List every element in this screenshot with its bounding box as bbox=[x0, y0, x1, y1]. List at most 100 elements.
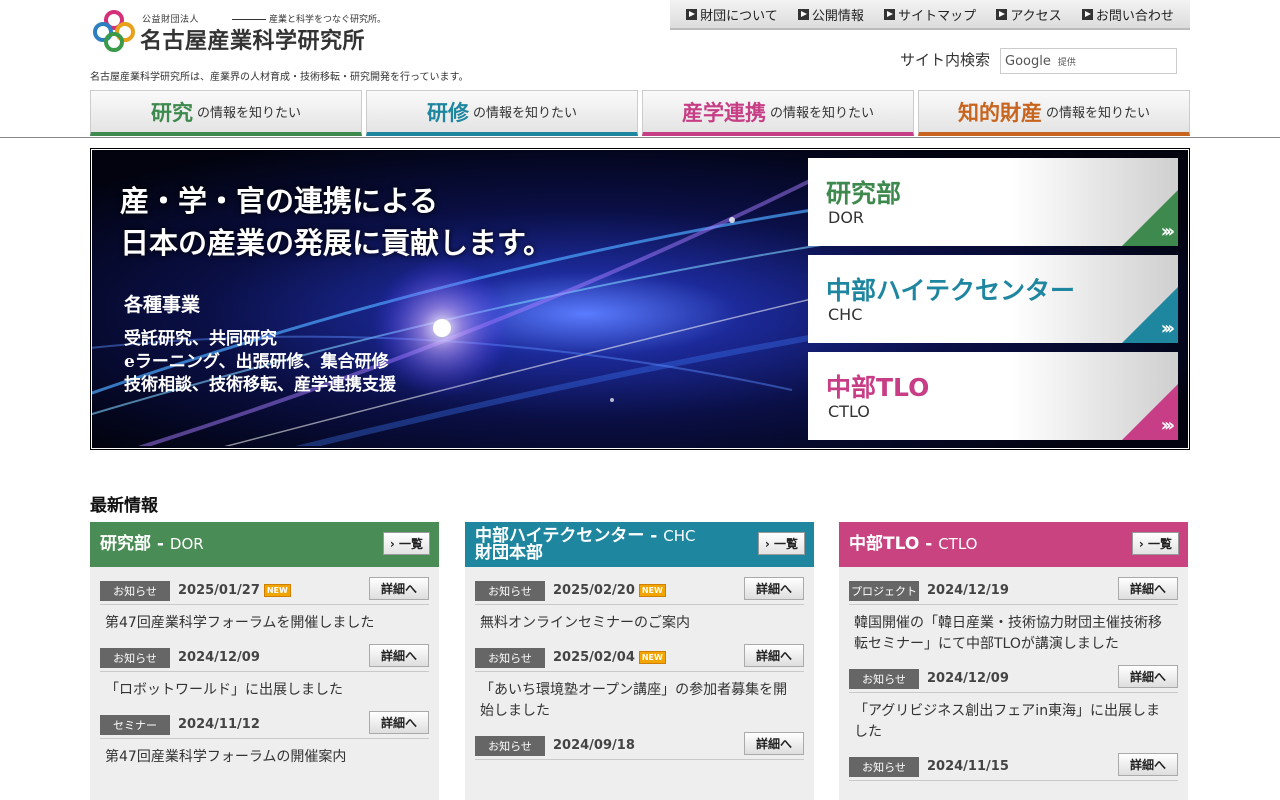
category-badge: お知らせ bbox=[475, 647, 545, 668]
double-chevron-right-icon: ››› bbox=[1160, 415, 1175, 436]
detail-button[interactable]: 詳細へ bbox=[369, 577, 429, 600]
site-logo[interactable]: 公益財団法人 産業と科学をつなぐ研究所。 名古屋産業科学研究所 bbox=[92, 8, 392, 54]
category-badge: お知らせ bbox=[475, 735, 545, 756]
news-date: 2024/12/09 bbox=[927, 671, 1009, 686]
news-text[interactable]: 「あいち環境塾オープン講座」の参加者募集を開始しました bbox=[475, 672, 804, 722]
category-caption: の情報を知りたい bbox=[769, 106, 874, 121]
category-training[interactable]: 研修 の情報を知りたい bbox=[366, 90, 638, 136]
category-badge: お知らせ bbox=[849, 756, 919, 777]
news-column-header: 中部TLO - CTLO › 一覧 bbox=[839, 522, 1188, 567]
category-research[interactable]: 研究 の情報を知りたい bbox=[90, 90, 362, 136]
new-badge: NEW bbox=[638, 584, 666, 597]
header-divider bbox=[0, 137, 1280, 138]
news-section-title: 最新情報 bbox=[90, 496, 158, 516]
hero-card-subtitle: CHC bbox=[828, 305, 863, 324]
detail-button[interactable]: 詳細へ bbox=[744, 732, 804, 755]
news-date: 2024/12/09 bbox=[178, 650, 260, 665]
news-date: 2024/11/15 bbox=[927, 759, 1009, 774]
top-nav-access[interactable]: アクセス bbox=[996, 5, 1062, 24]
news-column-title: 研究部 - DOR bbox=[100, 534, 204, 554]
news-column-ctlo: 中部TLO - CTLO › 一覧 プロジェクト 2024/12/19 詳細へ 韓国… bbox=[839, 522, 1188, 800]
hero-service-item: 受託研究、共同研究 bbox=[124, 329, 277, 349]
detail-button[interactable]: 詳細へ bbox=[1118, 753, 1178, 776]
arrow-right-icon bbox=[1081, 8, 1093, 20]
chevron-right-icon: › bbox=[389, 536, 400, 551]
detail-button[interactable]: 詳細へ bbox=[744, 644, 804, 667]
news-date: 2025/01/27 bbox=[178, 583, 260, 598]
category-badge: お知らせ bbox=[475, 580, 545, 601]
search-provided-label: 提供 bbox=[1057, 57, 1076, 68]
category-title: 研究 bbox=[150, 100, 193, 125]
top-nav-sitemap[interactable]: サイトマップ bbox=[884, 5, 976, 24]
category-badge: セミナー bbox=[100, 714, 170, 735]
news-date: 2024/11/12 bbox=[178, 717, 260, 732]
double-chevron-right-icon: ››› bbox=[1160, 221, 1175, 242]
hero-card-subtitle: DOR bbox=[828, 208, 865, 227]
detail-button[interactable]: 詳細へ bbox=[369, 644, 429, 667]
news-date: 2024/09/18 bbox=[553, 738, 635, 753]
hero-card-title: 中部ハイテクセンター bbox=[826, 276, 1076, 305]
news-item: お知らせ 2025/02/04 NEW 詳細へ 「あいち環境塾オープン講座」の参加者募… bbox=[475, 644, 804, 722]
top-nav-about[interactable]: 財団について bbox=[686, 5, 778, 24]
list-button[interactable]: › 一覧 bbox=[758, 532, 805, 555]
category-title: 知的財産 bbox=[957, 100, 1042, 125]
detail-button[interactable]: 詳細へ bbox=[1118, 577, 1178, 600]
new-badge: NEW bbox=[263, 584, 291, 597]
logo-mark-icon bbox=[93, 10, 135, 52]
news-item: プロジェクト 2024/12/19 詳細へ 韓国開催の「韓日産業・技術協力財団主催技… bbox=[849, 577, 1178, 655]
category-industry-academia[interactable]: 産学連携 の情報を知りたい bbox=[642, 90, 914, 136]
hero-card-ctlo[interactable]: 中部TLO CTLO ››› bbox=[808, 352, 1178, 440]
category-caption: の情報を知りたい bbox=[1045, 106, 1150, 121]
chevron-right-icon: › bbox=[764, 536, 775, 551]
google-logo: Google bbox=[1005, 53, 1051, 69]
detail-button[interactable]: 詳細へ bbox=[744, 577, 804, 600]
top-nav: 財団について 公開情報 サイトマップ アクセス お問い合わせ bbox=[670, 0, 1190, 30]
news-text[interactable] bbox=[849, 781, 1178, 789]
news-date: 2024/12/19 bbox=[927, 583, 1009, 598]
arrow-right-icon bbox=[686, 8, 698, 20]
news-text[interactable]: 無料オンラインセミナーのご案内 bbox=[475, 605, 804, 634]
news-text[interactable]: 第47回産業科学フォーラムの開催案内 bbox=[100, 739, 429, 768]
hero-card-title: 研究部 bbox=[826, 179, 902, 208]
news-text[interactable]: 「ロボットワールド」に出展しました bbox=[100, 672, 429, 701]
news-date: 2025/02/20 bbox=[553, 583, 635, 598]
news-item: セミナー 2024/11/12 詳細へ 第47回産業科学フォーラムの開催案内 bbox=[100, 711, 429, 768]
news-text[interactable]: 韓国開催の「韓日産業・技術協力財団主催技術移転セミナー」にて中部TLOが講演しま… bbox=[849, 605, 1178, 655]
news-text[interactable] bbox=[475, 760, 804, 768]
category-badge: プロジェクト bbox=[849, 580, 919, 601]
detail-button[interactable]: 詳細へ bbox=[369, 711, 429, 734]
news-column-dor: 研究部 - DOR › 一覧 お知らせ 2025/01/27 NEW 詳細へ 第47回… bbox=[90, 522, 439, 800]
hero-card-chc[interactable]: 中部ハイテクセンター CHC ››› bbox=[808, 255, 1178, 343]
news-item: お知らせ 2024/11/15 詳細へ bbox=[849, 753, 1178, 789]
site-description: 名古屋産業科学研究所は、産業界の人材育成・技術移転・研究開発を行っています。 bbox=[90, 72, 469, 83]
new-badge: NEW bbox=[638, 651, 666, 664]
news-column-chc: 中部ハイテクセンター - CHC 財団本部 › 一覧 お知らせ 2025/02/2… bbox=[465, 522, 814, 800]
arrow-right-icon bbox=[996, 8, 1008, 20]
hero-background: 産・学・官の連携による 日本の産業の発展に貢献します。 各種事業 受託研究、共同… bbox=[92, 150, 1188, 448]
logo-name: 名古屋産業科学研究所 bbox=[140, 29, 366, 54]
hero-card-dor[interactable]: 研究部 DOR ››› bbox=[808, 158, 1178, 246]
hero-service-item: eラーニング、出張研修、集合研修 bbox=[124, 352, 389, 372]
hero-headline: 産・学・官の連携による 日本の産業の発展に貢献します。 bbox=[120, 184, 553, 260]
hero-service-item: 技術相談、技術移転、産学連携支援 bbox=[124, 375, 396, 395]
news-column-title: 中部TLO - CTLO bbox=[849, 534, 978, 554]
category-caption: の情報を知りたい bbox=[472, 106, 577, 121]
list-button[interactable]: › 一覧 bbox=[383, 532, 430, 555]
category-ip[interactable]: 知的財産 の情報を知りたい bbox=[918, 90, 1190, 136]
category-badge: お知らせ bbox=[100, 647, 170, 668]
hero-card-subtitle: CTLO bbox=[828, 402, 870, 421]
news-text[interactable]: 「アグリビジネス創出フェアin東海」に出展しました bbox=[849, 693, 1178, 743]
top-nav-disclosure[interactable]: 公開情報 bbox=[797, 5, 864, 24]
category-title: 産学連携 bbox=[681, 100, 766, 125]
detail-button[interactable]: 詳細へ bbox=[1118, 665, 1178, 688]
news-item: お知らせ 2024/12/09 詳細へ 「アグリビジネス創出フェアin東海」に出展し… bbox=[849, 665, 1178, 743]
arrow-right-icon bbox=[797, 8, 809, 20]
top-nav-contact[interactable]: お問い合わせ bbox=[1081, 5, 1174, 24]
list-button[interactable]: › 一覧 bbox=[1132, 532, 1179, 555]
news-column-header: 中部ハイテクセンター - CHC 財団本部 › 一覧 bbox=[465, 522, 814, 567]
search-input[interactable]: Google 提供 bbox=[1000, 48, 1177, 74]
news-date: 2025/02/04 bbox=[553, 650, 635, 665]
category-badge: お知らせ bbox=[100, 580, 170, 601]
news-text[interactable]: 第47回産業科学フォーラムを開催しました bbox=[100, 605, 429, 634]
news-item: お知らせ 2024/09/18 詳細へ bbox=[475, 732, 804, 768]
